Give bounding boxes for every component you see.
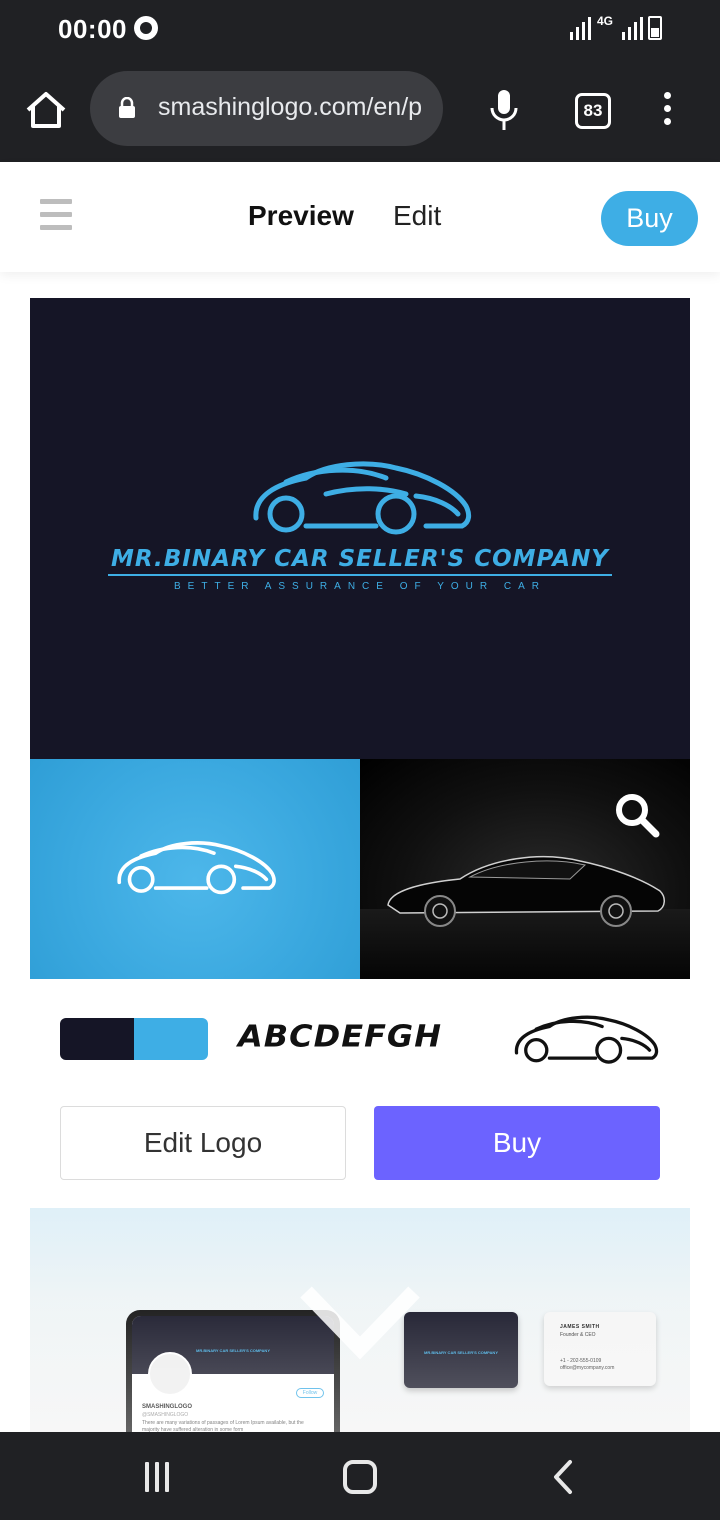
logo-on-blue-preview[interactable] [30,759,360,979]
back-icon [554,1460,572,1494]
home-nav-button[interactable] [343,1460,377,1494]
card-title: Founder & CEO [560,1332,596,1338]
chevron-down-icon[interactable] [300,1284,420,1368]
card-name: JAMES SMITH [560,1324,600,1330]
hamburger-menu-icon[interactable] [40,199,72,231]
edit-logo-button[interactable]: Edit Logo [60,1106,346,1180]
site-header: Preview Edit Buy [0,162,720,272]
font-sample: ABCDEFGH [238,1017,442,1055]
zoom-button[interactable] [614,792,660,838]
back-button[interactable] [548,1458,576,1496]
car-outline-icon [514,1015,659,1064]
recent-apps-button[interactable] [145,1462,175,1492]
status-bar: 00:00 4G [0,0,720,58]
avatar [148,1352,192,1396]
microphone-icon [490,90,518,130]
url-text: smashinglogo.com/en/p [158,93,423,121]
system-nav-bar [0,1432,720,1520]
nav-edit-tab[interactable]: Edit [393,200,441,232]
overflow-menu-button[interactable] [660,92,674,132]
business-card-back: JAMES SMITH Founder & CEO +1 - 202-555-0… [544,1312,656,1386]
header-buy-button[interactable]: Buy [601,191,698,246]
color-swatch-blue [134,1018,208,1060]
nav-preview-tab[interactable]: Preview [248,200,354,232]
home-button[interactable] [22,86,70,134]
lock-icon [119,97,135,118]
whatsapp-icon [134,16,158,40]
search-icon [616,794,660,838]
screen: 00:00 4G smashinglogo.com/en/p 83 Previe… [0,0,720,1520]
profile-description: There are many variations of passages of… [142,1420,304,1432]
color-palette [60,1018,208,1060]
follow-button: Follow [296,1388,324,1398]
profile-handle: @SMASHINGLOGO [142,1412,189,1418]
voice-search-button[interactable] [488,88,520,132]
home-icon [26,92,66,128]
tab-switcher-button[interactable]: 83 [575,93,611,129]
logo-preview: MR.BINARY CAR SELLER'S COMPANY BETTER AS… [30,298,690,759]
logo-divider [108,574,612,576]
car-logo-icon [253,461,472,535]
card-email: office@mycompany.com [560,1365,615,1371]
color-swatch-dark [60,1018,134,1060]
card-logo-text: MR.BINARY CAR SELLER'S COMPANY [424,1350,498,1355]
status-time: 00:00 [58,14,127,44]
battery-icon [648,16,662,40]
black-car-image [387,856,665,927]
logo-slogan: BETTER ASSURANCE OF YOUR CAR [174,581,546,592]
network-type: 4G [597,14,614,28]
mockup-preview: MR.BINARY CAR SELLER'S COMPANY Follow SM… [30,1208,690,1432]
address-bar[interactable]: smashinglogo.com/en/p [90,71,443,146]
profile-name: SMASHINGLOGO [142,1404,193,1410]
signal-icon [570,14,591,40]
buy-button[interactable]: Buy [374,1106,660,1180]
car-logo-white-icon [117,841,276,895]
card-phone: +1 - 202-555-0109 [560,1358,602,1364]
browser-toolbar: smashinglogo.com/en/p 83 [0,58,720,162]
logo-company-name: MR.BINARY CAR SELLER'S COMPANY [111,546,609,572]
signal-icon-2 [622,14,643,40]
business-card-front: MR.BINARY CAR SELLER'S COMPANY [404,1312,518,1388]
